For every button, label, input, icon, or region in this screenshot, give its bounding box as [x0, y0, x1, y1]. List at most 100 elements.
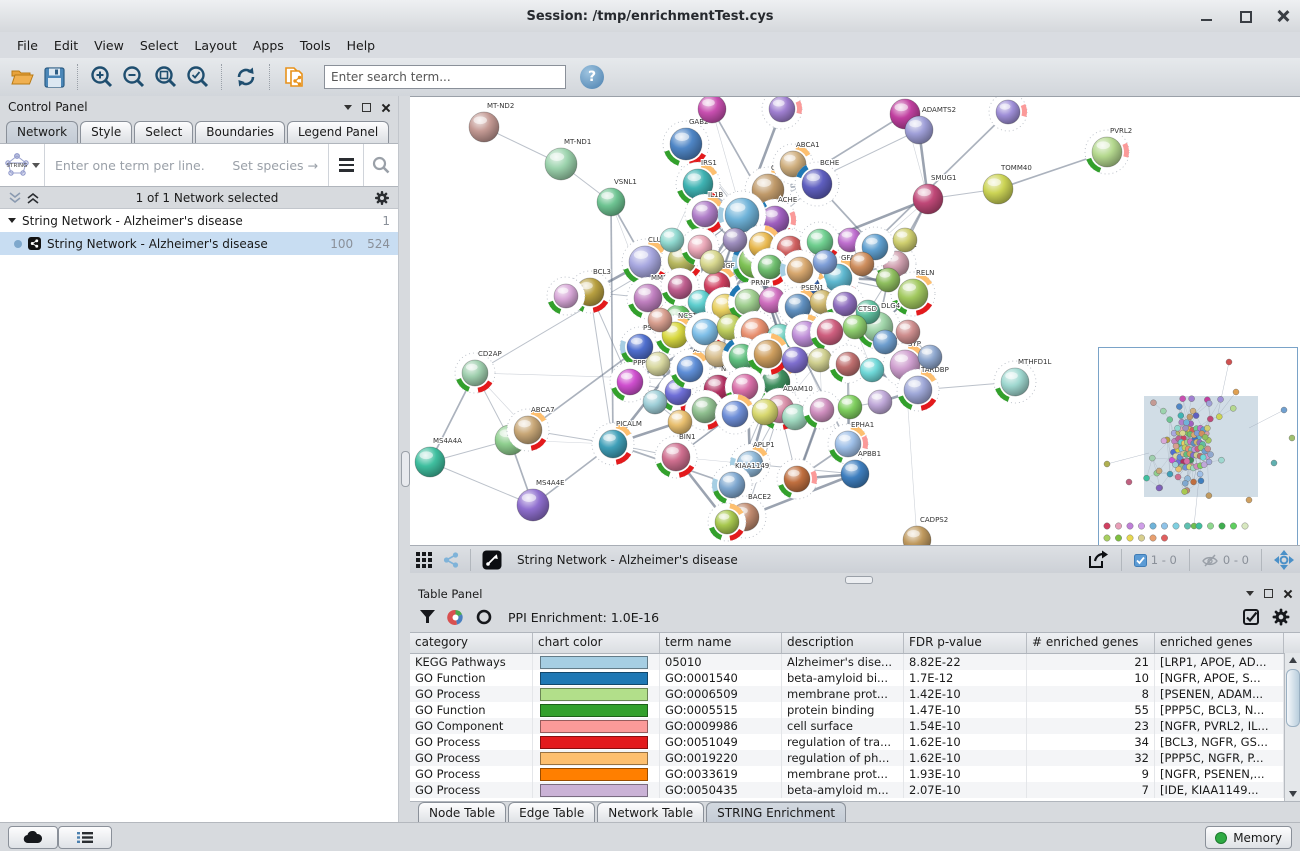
node[interactable]: [777, 459, 817, 499]
table-vertical-scrollbar[interactable]: [1284, 653, 1300, 801]
node[interactable]: [850, 252, 874, 276]
node[interactable]: [838, 395, 862, 419]
table-row[interactable]: GO ProcessGO:0019220regulation of ph...1…: [410, 750, 1300, 766]
collapse-all-icon[interactable]: [8, 192, 22, 204]
node[interactable]: [918, 345, 942, 369]
node[interactable]: [803, 391, 841, 429]
close-button[interactable]: [1276, 9, 1290, 23]
zoom-out-button[interactable]: [118, 62, 150, 92]
table-panel-float-icon[interactable]: [1264, 589, 1273, 598]
node[interactable]: [868, 390, 892, 414]
column-header-description[interactable]: description: [782, 633, 904, 653]
scroll-down-arrow[interactable]: [1285, 787, 1300, 801]
node-bin1[interactable]: BIN1: [655, 433, 697, 478]
menu-tools[interactable]: Tools: [293, 35, 338, 56]
node[interactable]: [660, 228, 684, 252]
tab-string-enrichment[interactable]: STRING Enrichment: [706, 802, 846, 824]
node[interactable]: [547, 277, 585, 315]
node-picalm[interactable]: PICALM: [592, 420, 642, 465]
settings-gear-icon[interactable]: [1272, 608, 1290, 626]
node[interactable]: [648, 308, 672, 332]
horizontal-splitter[interactable]: [410, 573, 1300, 585]
node-cadps2[interactable]: CADPS2: [903, 516, 948, 546]
table-panel-menu-icon[interactable]: [1246, 591, 1254, 596]
table-row[interactable]: GO ProcessGO:0051049regulation of tra...…: [410, 734, 1300, 750]
minimize-button[interactable]: [1200, 9, 1214, 23]
hidden-nodes-indicator[interactable]: 0 - 0: [1196, 553, 1255, 567]
tab-boundaries[interactable]: Boundaries: [195, 121, 285, 143]
chart-color-icon[interactable]: [447, 609, 464, 626]
scroll-up-arrow[interactable]: [1285, 653, 1300, 667]
birdseye-view[interactable]: [1098, 347, 1298, 546]
gear-icon[interactable]: [374, 190, 390, 206]
tab-select[interactable]: Select: [134, 121, 193, 143]
import-network-button[interactable]: [278, 62, 310, 92]
table-row[interactable]: GO ComponentGO:0009986cell surface1.54E-…: [410, 718, 1300, 734]
table-row[interactable]: GO ProcessGO:0050435beta-amyloid m...2.0…: [410, 782, 1300, 798]
menu-apps[interactable]: Apps: [246, 35, 291, 56]
node-pvrl2[interactable]: PVRL2: [1085, 127, 1132, 174]
tab-legend-panel[interactable]: Legend Panel: [287, 121, 389, 143]
node[interactable]: [646, 352, 670, 376]
tab-network[interactable]: Network: [6, 121, 78, 143]
node[interactable]: [876, 268, 900, 292]
network-canvas[interactable]: MT-ND2MT-ND1VSNL1GAB2ADAMTS2PVRL2SMUG1TO…: [410, 96, 1300, 546]
maximize-button[interactable]: [1238, 9, 1252, 23]
panel-float-icon[interactable]: [362, 103, 371, 112]
menu-edit[interactable]: Edit: [47, 35, 85, 56]
search-input[interactable]: [324, 65, 566, 89]
node-tomm40[interactable]: TOMM40: [983, 164, 1032, 204]
task-history-button[interactable]: [58, 826, 112, 849]
node[interactable]: [700, 250, 724, 274]
open-session-button[interactable]: [6, 62, 38, 92]
node[interactable]: [860, 358, 884, 382]
node-ms4a4a[interactable]: MS4A4A: [415, 437, 462, 477]
menu-help[interactable]: Help: [340, 35, 383, 56]
table-row[interactable]: KEGG Pathways05010Alzheimer's dise...8.8…: [410, 654, 1300, 670]
node[interactable]: [896, 320, 920, 344]
node-vsnl1[interactable]: VSNL1: [597, 178, 637, 216]
column-header-category[interactable]: category: [410, 633, 533, 653]
table-row[interactable]: GO FunctionGO:0005515protein binding1.47…: [410, 702, 1300, 718]
share-view-button[interactable]: [438, 545, 464, 575]
zoom-selected-button[interactable]: [182, 62, 214, 92]
tab-style[interactable]: Style: [80, 121, 132, 143]
node[interactable]: [813, 250, 837, 274]
tab-node-table[interactable]: Node Table: [418, 802, 506, 824]
node-mthfd1l[interactable]: MTHFD1L: [994, 358, 1051, 403]
menu-select[interactable]: Select: [133, 35, 186, 56]
node[interactable]: [989, 97, 1027, 131]
column-header-enriched-genes[interactable]: enriched genes: [1155, 633, 1284, 653]
menu-view[interactable]: View: [87, 35, 131, 56]
cloud-button[interactable]: [8, 826, 58, 849]
menu-file[interactable]: File: [10, 35, 45, 56]
refresh-button[interactable]: [230, 62, 262, 92]
node[interactable]: [698, 97, 726, 123]
node[interactable]: [893, 228, 917, 252]
node-abca7[interactable]: ABCA7: [507, 406, 555, 451]
panel-close-icon[interactable]: [381, 103, 390, 112]
node[interactable]: [782, 347, 808, 373]
filter-icon[interactable]: [420, 610, 435, 624]
memory-button[interactable]: Memory: [1205, 826, 1292, 849]
zoom-in-button[interactable]: [86, 62, 118, 92]
app-launch-button[interactable]: [477, 545, 507, 575]
node[interactable]: [643, 390, 667, 414]
column-header--enriched-genes[interactable]: # enriched genes: [1027, 633, 1155, 653]
collection-expander-icon[interactable]: [8, 218, 16, 223]
help-button[interactable]: ?: [580, 65, 604, 89]
node[interactable]: [808, 348, 832, 372]
network-collection-row[interactable]: String Network - Alzheimer's disease 1: [0, 209, 398, 232]
grid-view-button[interactable]: [410, 545, 438, 575]
node-smug1[interactable]: SMUG1: [913, 174, 956, 214]
node[interactable]: [747, 333, 789, 375]
birdseye-toggle-button[interactable]: [1268, 545, 1300, 575]
selected-nodes-indicator[interactable]: 1 - 0: [1128, 553, 1183, 567]
node[interactable]: [708, 503, 746, 541]
table-row[interactable]: GO FunctionGO:0001540beta-amyloid bi...1…: [410, 670, 1300, 686]
string-source-selector[interactable]: STRING: [0, 144, 45, 186]
node-mt-nd1[interactable]: MT-ND1: [545, 138, 591, 180]
node[interactable]: [873, 330, 897, 354]
node[interactable]: [715, 394, 755, 434]
string-options-button[interactable]: [328, 144, 363, 186]
